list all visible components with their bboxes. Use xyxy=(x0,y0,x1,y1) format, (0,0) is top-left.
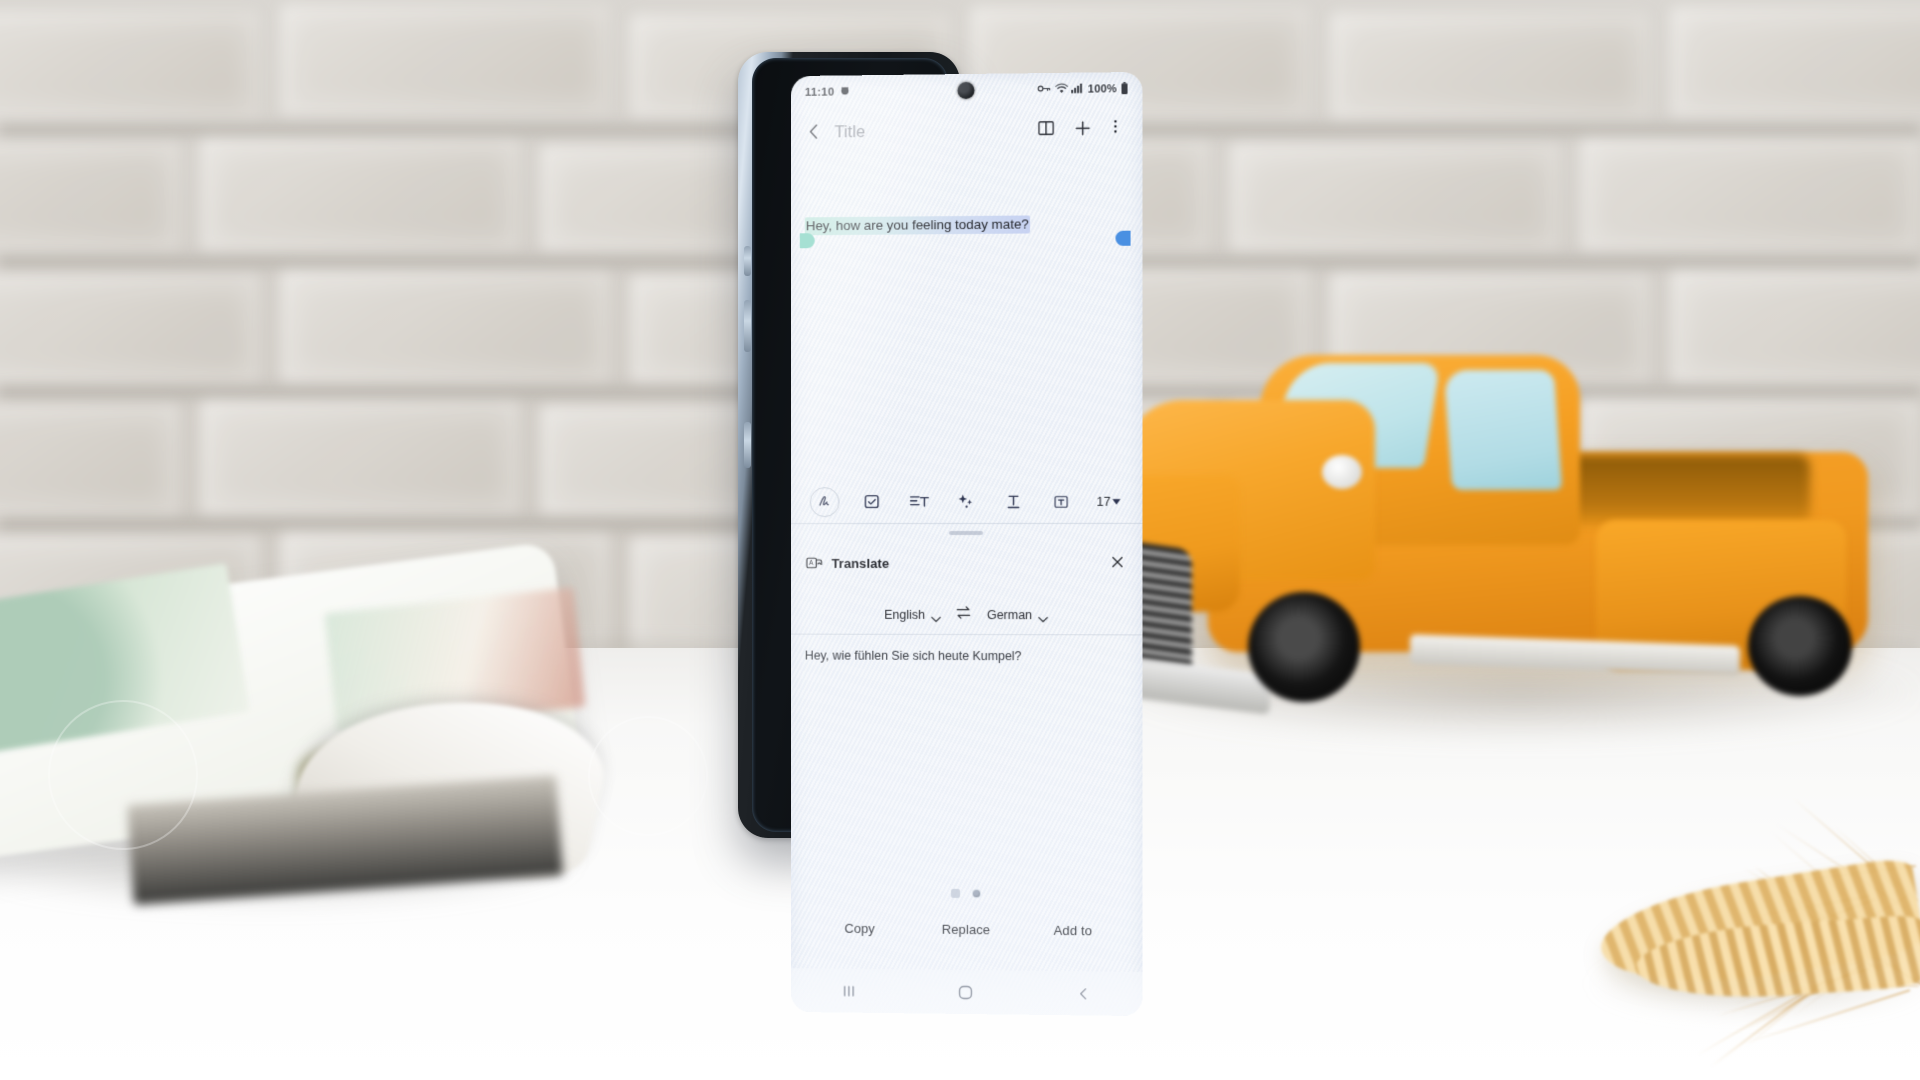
source-language-select[interactable]: English xyxy=(878,604,947,626)
handwriting-pen-icon[interactable] xyxy=(809,487,839,517)
brick xyxy=(1670,268,1920,384)
language-selector-row[interactable]: English German xyxy=(791,598,1143,633)
brick xyxy=(280,268,610,384)
swap-languages-button[interactable] xyxy=(947,604,981,626)
signal-bars-icon xyxy=(1071,83,1084,97)
front-camera xyxy=(958,82,975,99)
ai-sparkle-icon[interactable] xyxy=(956,492,975,511)
close-icon[interactable] xyxy=(1108,553,1128,573)
home-square-icon[interactable] xyxy=(946,979,986,1005)
brick xyxy=(1580,136,1920,252)
volume-up-button[interactable] xyxy=(744,246,751,276)
truck-rear-wheel xyxy=(1748,596,1852,696)
chevron-down-icon xyxy=(1038,612,1048,619)
page-dot-2-active[interactable] xyxy=(972,889,981,898)
font-size-button[interactable]: 17 xyxy=(1085,484,1133,518)
phone-screen[interactable]: 11:10 100% Title Hey, how are you feelin… xyxy=(791,72,1143,1016)
brick xyxy=(0,10,260,120)
target-language-label: German xyxy=(987,608,1032,622)
more-vertical-icon[interactable] xyxy=(1106,117,1130,141)
brick xyxy=(200,136,520,252)
selection-handle-right[interactable] xyxy=(1115,231,1130,249)
status-time: 11:10 xyxy=(805,87,835,99)
appbar-spacer xyxy=(865,130,1024,132)
selection-handle-left[interactable] xyxy=(800,233,815,251)
page-dot-1[interactable] xyxy=(951,889,960,898)
ai-sparkle-button[interactable] xyxy=(942,484,989,518)
selected-text[interactable]: Hey, how are you feeling today mate? xyxy=(805,215,1030,235)
translate-panel[interactable]: A Translate English German Hey, wie fühl… xyxy=(791,524,1143,972)
brick xyxy=(0,272,260,384)
alarm-icon xyxy=(839,85,850,99)
target-language-select[interactable]: German xyxy=(981,604,1054,626)
brick xyxy=(1670,6,1920,118)
volume-down-button[interactable] xyxy=(744,300,751,352)
vpn-key-icon xyxy=(1037,83,1051,97)
translate-icon: A xyxy=(805,553,824,572)
brick xyxy=(200,398,520,516)
translate-panel-header: A Translate xyxy=(791,546,1143,580)
font-size-value-wrap[interactable]: 17 xyxy=(1097,494,1121,508)
truck-front-wheel xyxy=(1248,592,1360,702)
format-toolbar[interactable]: 17 xyxy=(791,480,1143,524)
translated-text[interactable]: Hey, wie fühlen Sie sich heute Kumpel? xyxy=(805,648,1129,666)
source-language-label: English xyxy=(884,608,925,622)
chevron-down-icon xyxy=(931,611,941,618)
caret-down-icon xyxy=(1113,498,1121,504)
note-content-area[interactable]: Hey, how are you feeling today mate? xyxy=(791,154,1143,414)
battery-full-icon xyxy=(1120,82,1128,97)
text-align-icon[interactable] xyxy=(909,492,929,511)
page-indicator[interactable] xyxy=(951,889,981,898)
replace-button[interactable]: Replace xyxy=(913,921,1020,937)
truck-mirror xyxy=(1322,455,1362,489)
text-underline-icon[interactable] xyxy=(1004,492,1023,511)
checkbox-list-button[interactable] xyxy=(848,485,895,519)
brick xyxy=(0,402,180,518)
power-button[interactable] xyxy=(744,422,751,468)
battery-percent: 100% xyxy=(1088,83,1117,95)
text-underline-button[interactable] xyxy=(990,484,1038,518)
text-box-icon[interactable] xyxy=(1052,492,1070,510)
note-paragraph[interactable]: Hey, how are you feeling today mate? xyxy=(805,215,1129,236)
book-view-icon[interactable] xyxy=(1036,118,1060,142)
wifi-icon xyxy=(1055,83,1068,97)
copy-button[interactable]: Copy xyxy=(807,920,913,936)
translate-panel-title: Translate xyxy=(832,555,890,570)
recents-icon[interactable] xyxy=(829,977,869,1003)
add-to-button[interactable]: Add to xyxy=(1019,922,1126,938)
panel-actions[interactable]: Copy Replace Add to xyxy=(791,910,1143,947)
page-title: Title xyxy=(835,123,866,142)
panel-drag-handle[interactable] xyxy=(949,531,983,535)
back-button[interactable] xyxy=(803,121,827,145)
plus-icon[interactable] xyxy=(1072,118,1096,142)
swap-horizontal-icon xyxy=(954,604,973,626)
panel-divider xyxy=(791,634,1143,636)
text-align-button[interactable] xyxy=(895,485,942,519)
brick xyxy=(0,140,180,252)
font-size-value: 17 xyxy=(1097,494,1111,508)
checkbox-list-icon[interactable] xyxy=(862,492,881,511)
brick xyxy=(280,4,610,116)
app-header: Title xyxy=(791,106,1143,156)
brick xyxy=(1230,142,1560,252)
nav-back-icon[interactable] xyxy=(1063,980,1103,1007)
system-navigation-bar[interactable] xyxy=(791,968,1143,1016)
svg-text:A: A xyxy=(809,560,814,567)
text-box-button[interactable] xyxy=(1037,484,1085,518)
truck-side-window xyxy=(1444,370,1562,490)
handwriting-pen-button[interactable] xyxy=(801,485,848,519)
brick xyxy=(1330,12,1650,120)
